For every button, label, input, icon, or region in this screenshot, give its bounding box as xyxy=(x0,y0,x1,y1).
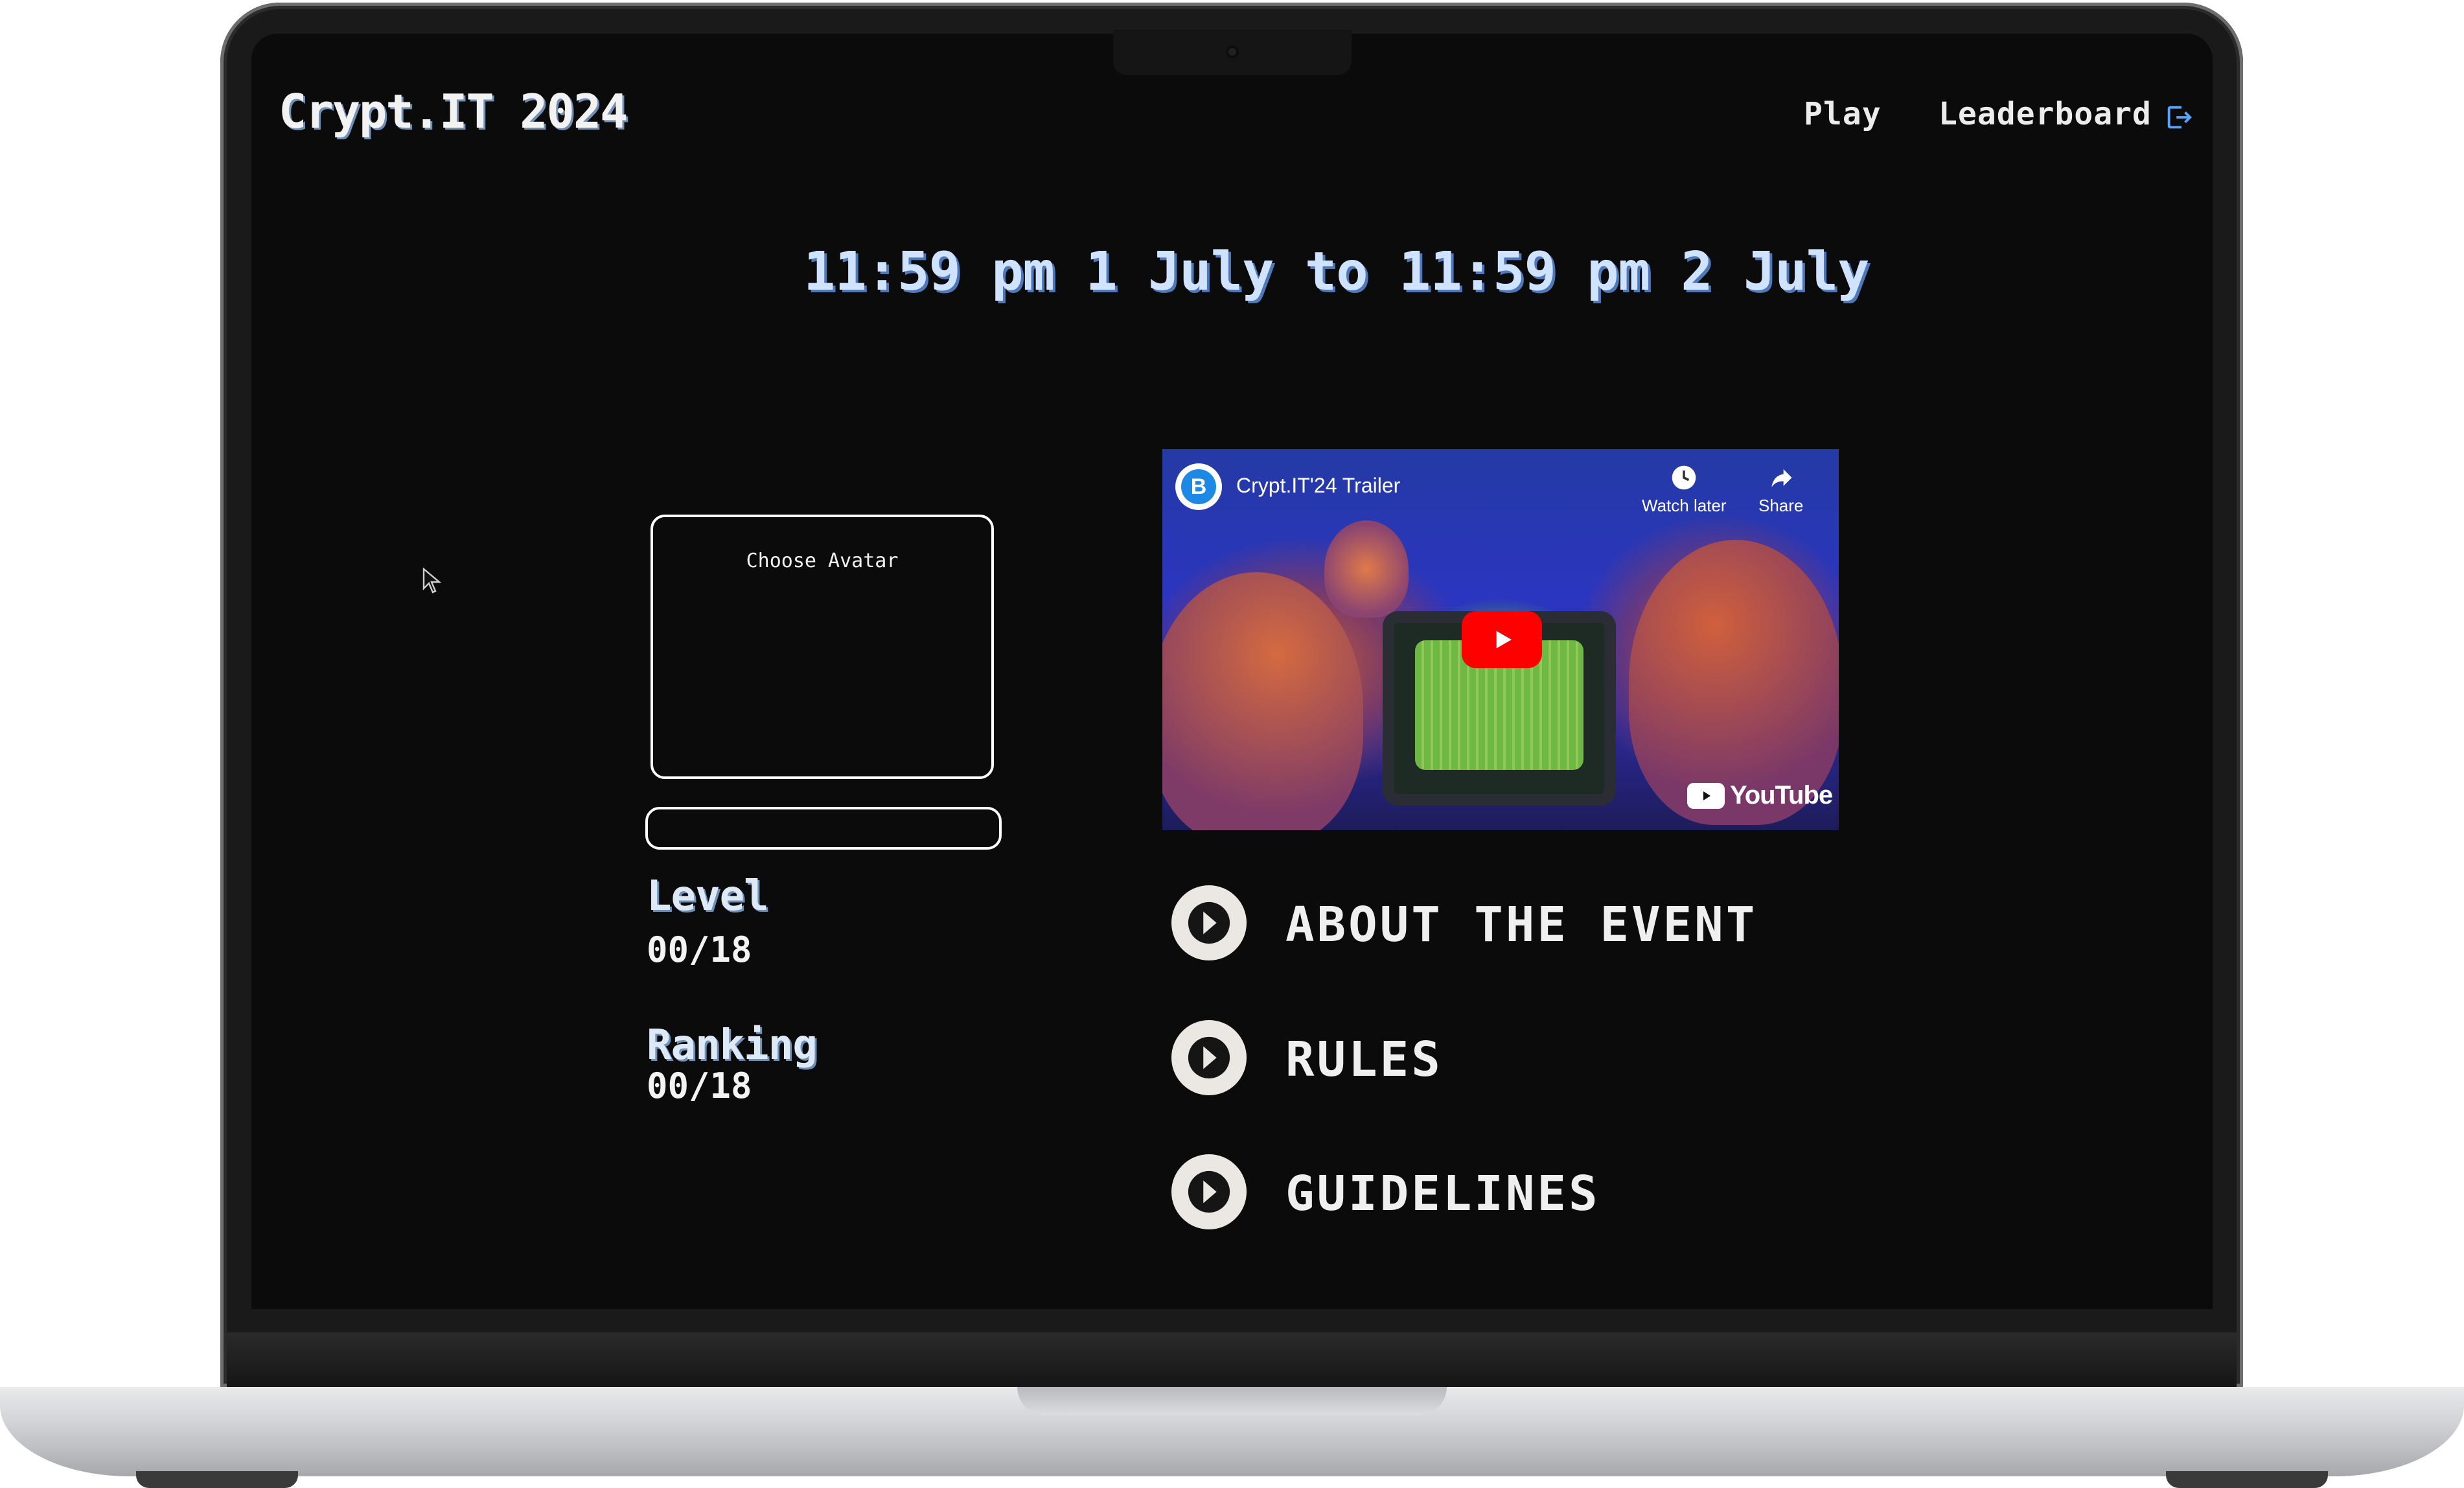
choose-avatar-label: Choose Avatar xyxy=(746,550,899,572)
video-figure-left xyxy=(1162,572,1363,830)
youtube-play-icon xyxy=(1687,782,1725,809)
channel-initial: B xyxy=(1181,469,1216,504)
menu-item-guidelines[interactable]: GUIDELINES xyxy=(1171,1154,1884,1232)
menu-item-label: ABOUT THE EVENT xyxy=(1285,897,1758,953)
channel-avatar[interactable]: B xyxy=(1175,463,1222,510)
watch-later-button[interactable]: Watch later xyxy=(1642,463,1727,516)
youtube-logo[interactable]: YouTube xyxy=(1687,781,1833,810)
youtube-wordmark: YouTube xyxy=(1730,781,1833,809)
camera-icon xyxy=(1226,45,1239,58)
menu-item-label: GUIDELINES xyxy=(1285,1166,1600,1222)
laptop-foot-left xyxy=(136,1471,298,1488)
share-label: Share xyxy=(1758,496,1804,515)
mouse-cursor-icon xyxy=(422,568,442,594)
share-button[interactable]: Share xyxy=(1758,463,1803,516)
nav-leaderboard-link[interactable]: Leaderboard xyxy=(1939,96,2152,132)
share-arrow-icon xyxy=(1771,469,1792,487)
choose-avatar-box[interactable]: Choose Avatar xyxy=(651,515,994,779)
chevron-right-icon xyxy=(1171,1154,1247,1229)
player-name-bar xyxy=(645,807,1002,850)
play-icon xyxy=(1496,631,1512,649)
menu-item-about[interactable]: ABOUT THE EVENT xyxy=(1171,885,1884,963)
level-value: 00/18 xyxy=(647,929,752,970)
video-head-left xyxy=(1324,520,1409,618)
laptop-base-notch xyxy=(1017,1387,1447,1415)
logout-icon[interactable] xyxy=(2164,102,2194,132)
chevron-right-icon xyxy=(1171,885,1247,960)
clock-icon xyxy=(1672,465,1696,490)
laptop-foot-right xyxy=(2166,1471,2328,1488)
level-title: Level xyxy=(647,872,769,920)
event-date-range: 11:59 pm 1 July to 11:59 pm 2 July xyxy=(803,241,1870,303)
menu-item-rules[interactable]: RULES xyxy=(1171,1020,1884,1098)
ranking-value: 00/18 xyxy=(647,1065,752,1106)
video-title[interactable]: Crypt.IT'24 Trailer xyxy=(1236,474,1400,498)
menu-item-label: RULES xyxy=(1285,1032,1443,1087)
play-button[interactable] xyxy=(1462,611,1542,668)
ranking-title: Ranking xyxy=(647,1021,818,1069)
nav-play-link[interactable]: Play xyxy=(1804,96,1882,132)
site-logo[interactable]: Crypt.IT 2024 xyxy=(279,84,628,139)
watch-later-label: Watch later xyxy=(1642,496,1727,515)
laptop-chin xyxy=(227,1332,2237,1387)
video-embed[interactable]: B Crypt.IT'24 Trailer Watch later Share … xyxy=(1162,449,1839,830)
chevron-right-icon xyxy=(1171,1020,1247,1095)
